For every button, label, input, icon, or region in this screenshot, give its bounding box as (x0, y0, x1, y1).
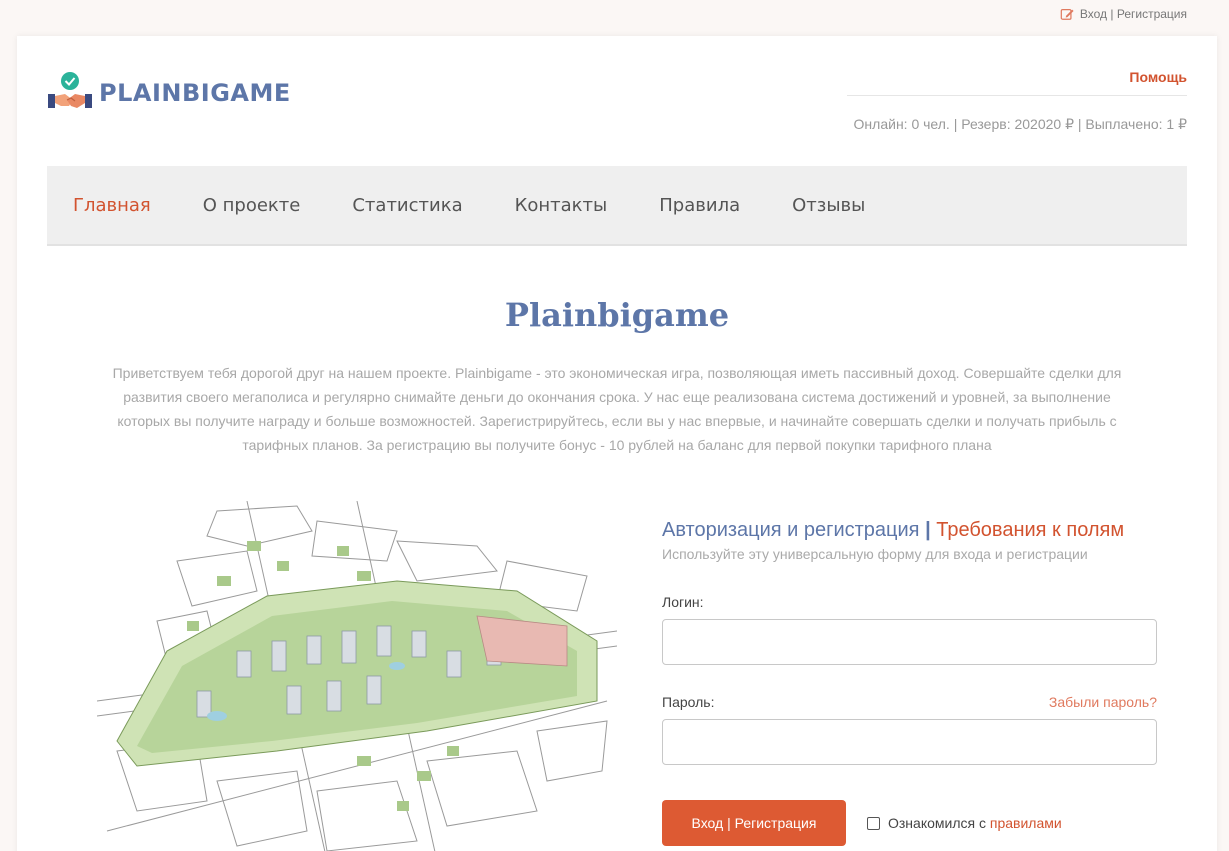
password-input[interactable] (662, 719, 1157, 765)
agree-rules: Ознакомился с правилами (867, 815, 1062, 831)
nav-item-statistics[interactable]: Статистика (352, 195, 462, 216)
auth-form: Авторизация и регистрация | Требования к… (662, 519, 1157, 846)
login-input[interactable] (662, 619, 1157, 665)
agree-rules-text: Ознакомился с правилами (888, 815, 1062, 831)
brand-name: PLAINBIGAME (99, 79, 291, 107)
field-requirements-link[interactable]: Требования к полям (936, 519, 1124, 541)
login-label: Логин: (662, 594, 704, 610)
nav-item-reviews[interactable]: Отзывы (792, 195, 865, 216)
form-subtitle: Используйте эту универсальную форму для … (662, 546, 1088, 562)
login-register-button[interactable]: Вход | Регистрация (662, 800, 846, 846)
form-heading-separator: | (925, 519, 931, 541)
edit-icon (1060, 9, 1074, 20)
city-plan-illustration (97, 501, 617, 851)
agree-rules-prefix: Ознакомился с (888, 815, 990, 831)
top-bar: Вход | Регистрация (0, 0, 1229, 36)
help-link[interactable]: Помощь (1129, 69, 1187, 85)
form-heading: Авторизация и регистрация | Требования к… (662, 519, 1157, 542)
site-stats: Онлайн: 0 чел. | Резерв: 202020 ₽ | Выпл… (853, 116, 1187, 132)
site-logo[interactable]: PLAINBIGAME (47, 70, 291, 116)
page-title: Plainbigame (504, 296, 730, 334)
nav-item-contacts[interactable]: Контакты (515, 195, 608, 216)
nav-item-rules[interactable]: Правила (659, 195, 740, 216)
main-nav: Главная О проекте Статистика Контакты Пр… (47, 166, 1187, 246)
intro-text: Приветствуем тебя дорогой друг на нашем … (112, 365, 1122, 453)
top-auth-link[interactable]: Вход | Регистрация (1060, 7, 1187, 21)
password-label: Пароль: (662, 694, 715, 710)
agree-rules-checkbox[interactable] (867, 816, 880, 830)
nav-item-home[interactable]: Главная (73, 195, 151, 216)
rules-link[interactable]: правилами (990, 815, 1062, 831)
header-divider (847, 95, 1187, 96)
forgot-password-link[interactable]: Забыли пароль? (1049, 694, 1157, 710)
form-heading-auth: Авторизация и регистрация (662, 519, 920, 541)
main-panel: PLAINBIGAME Помощь Онлайн: 0 чел. | Резе… (17, 36, 1217, 851)
handshake-logo-icon (48, 72, 92, 108)
nav-item-about[interactable]: О проекте (203, 195, 301, 216)
top-auth-label[interactable]: Вход | Регистрация (1080, 7, 1187, 21)
